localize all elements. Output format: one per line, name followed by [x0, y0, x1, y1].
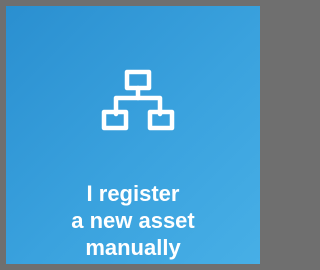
hierarchy-network-icon [94, 68, 184, 140]
tile-label: I register a new asset manually [6, 180, 260, 261]
tile-label-line-1: I register [86, 181, 180, 206]
register-asset-manually-tile[interactable]: I register a new asset manually [0, 0, 266, 270]
tile-label-line-2: a new asset [71, 208, 195, 233]
tile-label-line-3: manually [85, 235, 181, 260]
